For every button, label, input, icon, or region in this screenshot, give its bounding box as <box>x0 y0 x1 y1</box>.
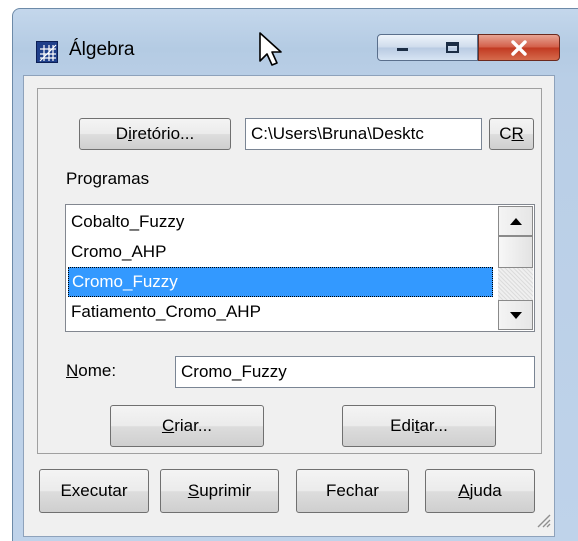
help-button-label-a: A <box>458 481 470 500</box>
close-button-label: Fechar <box>326 481 379 500</box>
delete-button-label-b: uprimir <box>199 481 252 500</box>
delete-button-label-a: S <box>187 481 200 500</box>
programs-list[interactable]: Cobalto_Fuzzy Cromo_AHP Cromo_Fuzzy Fati… <box>65 204 535 332</box>
close-button[interactable]: Fechar <box>296 469 409 513</box>
arrow-up-icon <box>509 217 522 225</box>
name-label: Nome: <box>66 361 116 381</box>
minimize-icon <box>397 47 408 51</box>
programs-label: Programas <box>66 169 150 188</box>
create-button-label-b: riar... <box>174 416 213 435</box>
directory-path-value: C:\Users\Bruna\Desktc <box>251 124 424 143</box>
cr-button-label-a: C <box>499 124 512 143</box>
name-label-b: ome: <box>78 361 117 380</box>
name-input[interactable]: Cromo_Fuzzy <box>175 356 535 388</box>
edit-button[interactable]: Edi t ar... <box>342 405 496 447</box>
execute-button-label: Executar <box>60 481 128 500</box>
name-label-a: N <box>66 361 79 380</box>
scroll-track[interactable] <box>498 268 533 300</box>
directory-button-label-c: retório... <box>131 124 195 143</box>
directory-button[interactable]: Di retório... <box>79 118 231 150</box>
edit-button-label-c: ar... <box>419 416 448 435</box>
title-bar[interactable]: Álgebra <box>13 9 578 75</box>
help-button[interactable]: Ajuda <box>425 469 535 513</box>
cr-button-label-b: R <box>511 124 524 143</box>
scroll-down-button[interactable] <box>498 300 533 330</box>
resize-grip-icon[interactable] <box>534 511 552 534</box>
scroll-thumb[interactable] <box>498 236 533 268</box>
program-group-box: Di retório... C:\Users\Bruna\Desktc CR Pr… <box>37 88 542 454</box>
directory-button-label-a: D <box>115 124 129 143</box>
scroll-up-button[interactable] <box>498 206 533 236</box>
list-item-selected[interactable]: Cromo_Fuzzy <box>68 267 493 297</box>
list-item[interactable]: Cobalto_Fuzzy <box>68 207 493 237</box>
create-button[interactable]: Criar... <box>110 405 264 447</box>
window-title: Álgebra <box>69 39 135 60</box>
list-item[interactable]: Fatiamento_Cromo_AHP <box>68 297 493 327</box>
dialog-window: Álgebra Di retório... C:\Users\Bruna\Desk… <box>12 8 578 541</box>
help-button-label-b: juda <box>469 481 502 500</box>
programs-scrollbar[interactable] <box>498 206 533 330</box>
delete-button[interactable]: Suprimir <box>160 469 279 513</box>
maximize-button[interactable] <box>428 34 478 61</box>
cr-button[interactable]: CR <box>489 118 534 150</box>
minimize-button[interactable] <box>377 34 429 61</box>
create-button-label-a: C <box>161 416 175 435</box>
name-input-value: Cromo_Fuzzy <box>181 362 287 381</box>
grid-icon <box>36 41 58 63</box>
mouse-pointer-icon <box>258 31 284 72</box>
list-item[interactable]: Cromo_AHP <box>68 237 493 267</box>
execute-button[interactable]: Executar <box>39 469 149 513</box>
edit-button-label-a: Edi <box>390 416 415 435</box>
directory-path-field[interactable]: C:\Users\Bruna\Desktc <box>245 118 482 150</box>
close-icon <box>511 39 527 56</box>
maximize-icon <box>445 41 459 53</box>
arrow-down-icon <box>509 311 522 319</box>
close-window-button[interactable] <box>478 34 560 61</box>
dialog-body: Di retório... C:\Users\Bruna\Desktc CR Pr… <box>23 75 555 537</box>
